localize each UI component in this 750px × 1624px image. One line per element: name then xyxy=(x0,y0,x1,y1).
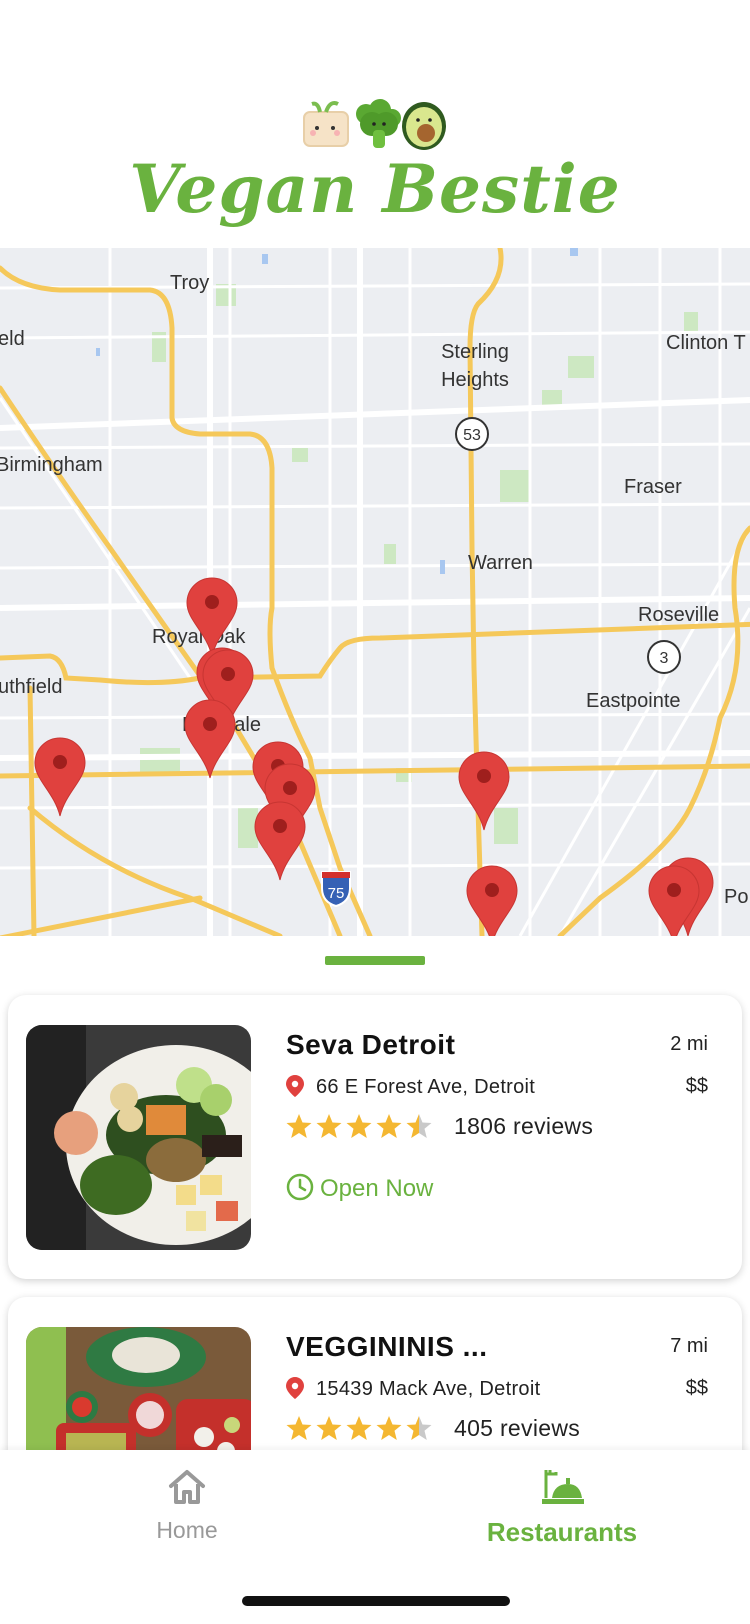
star-icon xyxy=(346,1416,372,1440)
mascots-logo xyxy=(303,99,446,150)
restaurant-card[interactable]: Seva Detroit 2 mi 66 E Forest Ave, Detro… xyxy=(8,995,742,1279)
restaurant-icon xyxy=(542,1470,584,1504)
map-label-sterling-heights: Sterling Heights xyxy=(441,341,509,391)
tofu-mascot-icon xyxy=(303,101,349,147)
map-label-southfield: uthfield xyxy=(0,676,63,698)
app-title: Vegan Bestie xyxy=(129,150,621,228)
star-icon xyxy=(376,1114,402,1138)
restaurant-address: 15439 Mack Ave, Detroit xyxy=(286,1377,540,1401)
star-icon xyxy=(316,1416,342,1440)
map-label-roseville: Roseville xyxy=(638,604,720,626)
restaurant-photo xyxy=(26,1025,251,1250)
location-pin-icon xyxy=(286,1377,304,1399)
home-indicator xyxy=(242,1596,510,1606)
map-minor-streets xyxy=(0,248,750,936)
tab-restaurants-label: Restaurants xyxy=(486,1517,638,1547)
open-status: Open Now xyxy=(286,1173,433,1203)
restaurant-price: $$ xyxy=(685,1075,708,1097)
rating-stars xyxy=(286,1416,432,1440)
map-label-fraser: Fraser xyxy=(624,476,682,498)
star-icon xyxy=(316,1114,342,1138)
map-canvas: 53 3 75 xyxy=(0,248,750,936)
restaurant-name[interactable]: Seva Detroit xyxy=(286,1029,455,1061)
restaurant-distance: 2 mi xyxy=(670,1033,708,1055)
clock-icon xyxy=(286,1173,314,1201)
star-icon xyxy=(346,1114,372,1138)
open-status-text: Open Now xyxy=(320,1175,434,1202)
rating-stars xyxy=(286,1114,432,1138)
star-icon xyxy=(376,1416,402,1440)
restaurant-address-text: 66 E Forest Ave, Detroit xyxy=(316,1076,536,1098)
restaurant-distance: 7 mi xyxy=(670,1335,708,1357)
location-pin-icon xyxy=(286,1075,304,1097)
map-label-warren: Warren xyxy=(468,552,533,574)
map-main-streets xyxy=(0,248,750,936)
restaurant-address-text: 15439 Mack Ave, Detroit xyxy=(316,1378,541,1400)
map-highways xyxy=(0,248,750,936)
tab-home[interactable]: Home xyxy=(130,1468,244,1544)
tab-home-label: Home xyxy=(156,1517,218,1543)
map-label-clinton: Clinton T xyxy=(666,332,746,354)
restaurant-address: 66 E Forest Ave, Detroit xyxy=(286,1075,535,1099)
map-label-pointe: Po xyxy=(724,886,749,908)
map-label-royal-oak: Royal Oak xyxy=(152,626,246,648)
map-label-troy: Troy xyxy=(170,272,210,294)
map-label-ferndale: Ferndale xyxy=(182,714,261,736)
map-label-eastpointe: Eastpointe xyxy=(586,690,681,712)
half-star-icon xyxy=(406,1416,432,1440)
half-star-icon xyxy=(406,1114,432,1138)
star-icon xyxy=(286,1416,312,1440)
restaurant-name[interactable]: VEGGININIS ... xyxy=(286,1331,487,1363)
shield-label-53: 53 xyxy=(463,427,481,444)
map-label-birmingham: Birmingham xyxy=(0,454,103,476)
tab-restaurants[interactable]: Restaurants xyxy=(462,1468,662,1548)
app-header: Vegan Bestie xyxy=(0,0,750,248)
shield-label-75: 75 xyxy=(328,885,345,902)
restaurant-reviews: 405 reviews xyxy=(454,1415,581,1441)
shield-label-3: 3 xyxy=(660,650,669,667)
broccoli-mascot-icon xyxy=(356,99,401,148)
star-icon xyxy=(286,1114,312,1138)
restaurant-price: $$ xyxy=(685,1377,708,1399)
home-icon xyxy=(169,1470,205,1504)
map-label-field: eld xyxy=(0,328,25,350)
restaurant-reviews: 1806 reviews xyxy=(454,1113,594,1139)
avocado-mascot-icon xyxy=(402,102,446,150)
restaurant-map[interactable]: 53 3 75 Troy Sterling Heights Clinton T … xyxy=(0,248,750,936)
sheet-drag-handle[interactable] xyxy=(325,956,425,965)
